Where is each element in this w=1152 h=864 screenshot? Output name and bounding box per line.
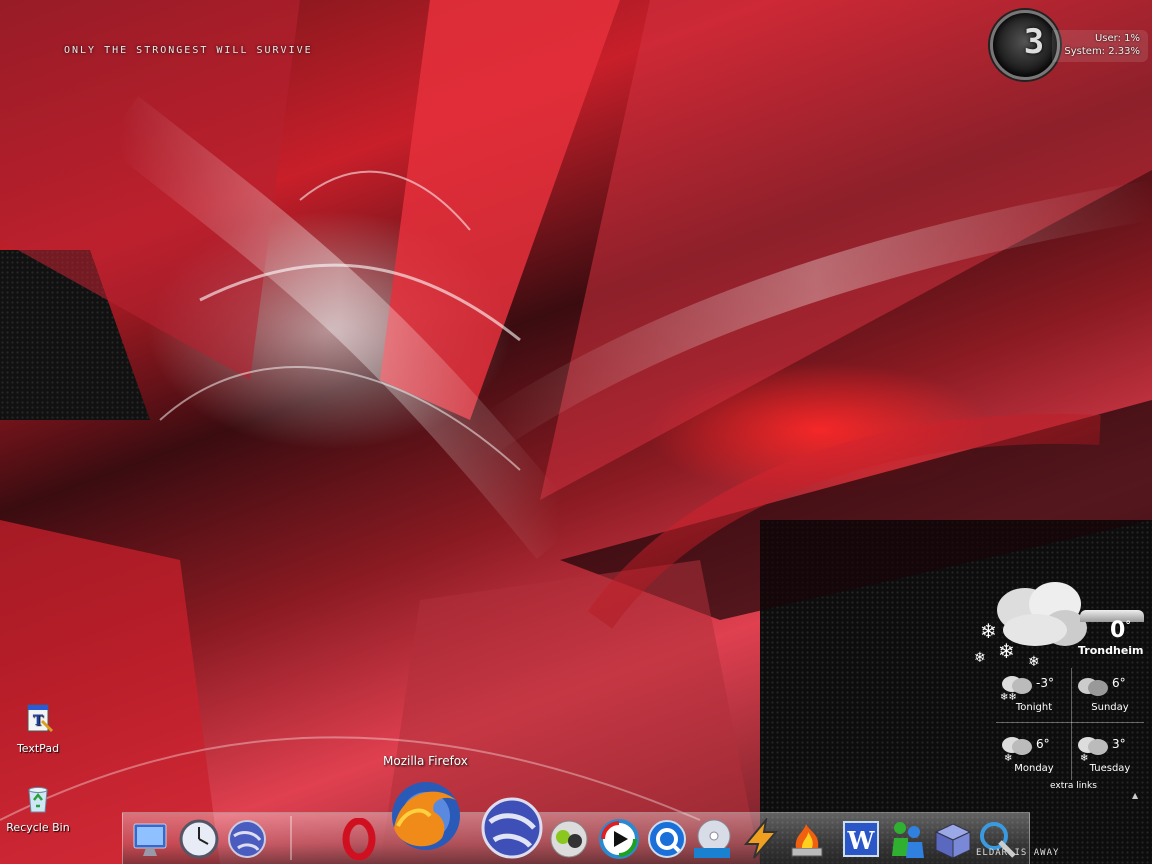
- weather-city: Trondheim: [1078, 644, 1144, 657]
- forecast-day: Tonight: [1015, 702, 1053, 713]
- winamp-icon[interactable]: [740, 818, 782, 860]
- forecast-day: Monday: [1014, 763, 1054, 774]
- cpu-meter-digit: 3: [1023, 22, 1045, 62]
- dock-brand-text: ELDAR IS AWAY: [976, 848, 1060, 858]
- forecast-day: Sunday: [1091, 702, 1129, 713]
- desktop-icon-textpad[interactable]: T TextPad: [3, 703, 73, 755]
- forecast-tuesday[interactable]: ❄ 3° Tuesday: [1074, 733, 1146, 787]
- snow-cloud-icon: ❄: [1002, 737, 1032, 764]
- clock-icon[interactable]: [178, 818, 220, 860]
- chat-icon[interactable]: [548, 818, 590, 860]
- media-player-icon[interactable]: [598, 818, 640, 860]
- forecast-temp: 3°: [1112, 737, 1126, 751]
- globe-icon[interactable]: [480, 796, 544, 860]
- dvd-icon[interactable]: [692, 818, 734, 860]
- svg-text:❄❄: ❄❄: [1000, 692, 1017, 702]
- firefox-icon[interactable]: [386, 776, 466, 856]
- cpu-user-usage: User: 1%: [1094, 33, 1140, 44]
- snow-cloud-icon: ❄: [1078, 737, 1108, 764]
- svg-text:❄: ❄: [1004, 753, 1012, 763]
- cpu-meter-panel: User: 1% System: 2.33%: [1052, 30, 1148, 62]
- forecast-temp: 6°: [1036, 737, 1050, 751]
- desktop-icon-recycle-bin[interactable]: Recycle Bin: [3, 782, 73, 834]
- svg-text:❄: ❄: [1080, 753, 1088, 763]
- desktop-icon-label: Recycle Bin: [6, 821, 70, 834]
- forecast-tonight[interactable]: ❄❄ -3° Tonight: [998, 672, 1070, 726]
- recycle-bin-icon: [28, 787, 48, 813]
- forecast-divider: [1071, 668, 1072, 780]
- weather-collapse-icon[interactable]: ▲: [1132, 791, 1138, 800]
- burner-icon[interactable]: [786, 818, 828, 860]
- dock-tooltip: Mozilla Firefox: [383, 754, 468, 768]
- cloud-icon: [1078, 678, 1108, 696]
- svg-text:❄: ❄: [998, 639, 1015, 663]
- opera-icon[interactable]: [338, 818, 380, 860]
- internet-globe-icon[interactable]: [226, 818, 268, 860]
- dock-separator: [290, 816, 292, 860]
- forecast-day: Tuesday: [1089, 763, 1131, 774]
- messenger-icon[interactable]: [886, 818, 928, 860]
- forecast-monday[interactable]: ❄ 6° Monday: [998, 733, 1070, 787]
- textpad-icon: T: [27, 704, 54, 733]
- cpu-system-usage: System: 2.33%: [1064, 46, 1140, 57]
- svg-text:❄: ❄: [974, 650, 986, 666]
- wallpaper-tagline: ONLY THE STRONGEST WILL SURVIVE: [64, 45, 313, 56]
- quicktime-icon[interactable]: [646, 818, 688, 860]
- forecast-temp: 6°: [1112, 676, 1126, 690]
- svg-text:❄: ❄: [980, 619, 997, 643]
- desktop-icon-label: TextPad: [16, 742, 60, 755]
- forecast-sunday[interactable]: 6° Sunday: [1074, 672, 1146, 726]
- forecast-temp: -3°: [1036, 676, 1054, 690]
- svg-text:W: W: [847, 826, 876, 855]
- my-computer-icon[interactable]: [130, 818, 172, 860]
- current-temperature: 0°: [1110, 618, 1131, 643]
- word-icon[interactable]: W: [840, 818, 882, 860]
- weather-extra-links[interactable]: extra links: [1050, 781, 1097, 791]
- package-icon[interactable]: [932, 818, 974, 860]
- svg-text:❄: ❄: [1028, 654, 1040, 670]
- snow-cloud-icon: ❄❄: [1000, 676, 1032, 703]
